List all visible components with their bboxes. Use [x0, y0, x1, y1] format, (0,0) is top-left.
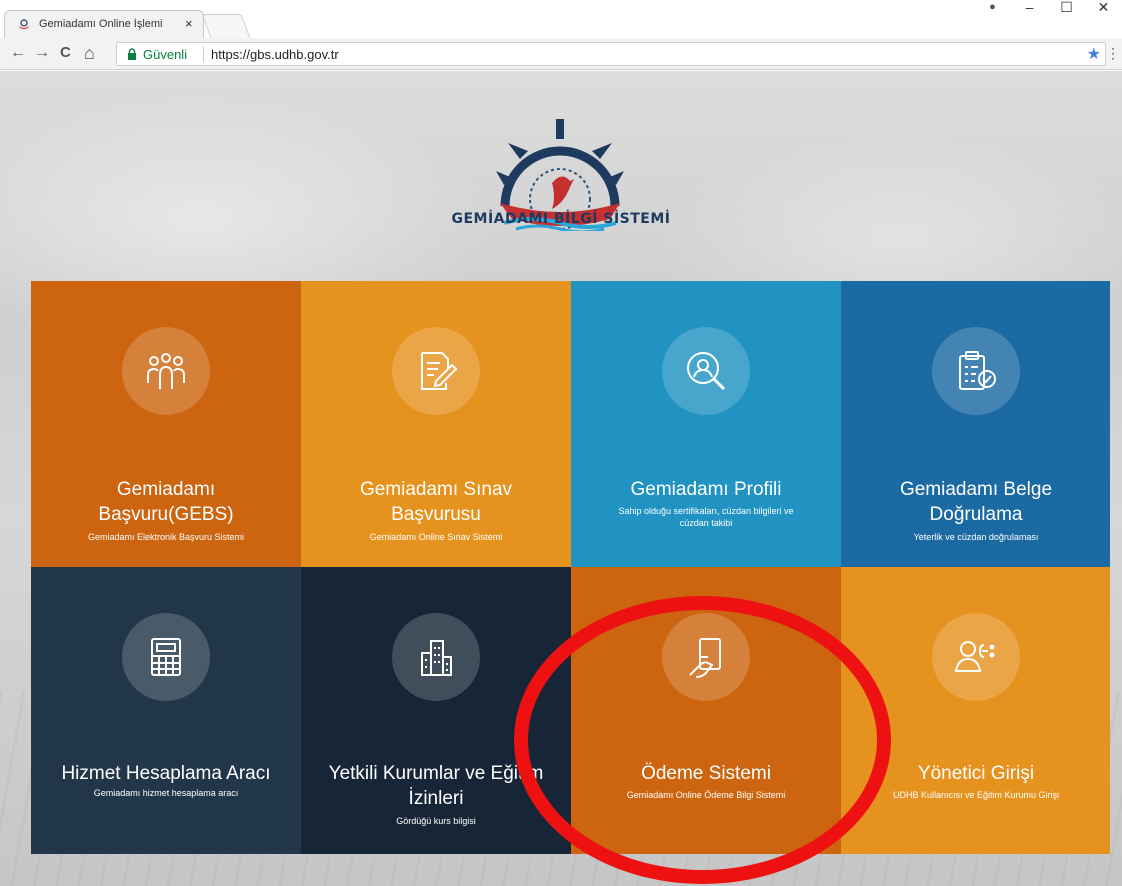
secure-label: Güvenli: [143, 47, 188, 62]
tile-title: Yetkili Kurumlar ve Eğitim İzinleri: [328, 763, 544, 809]
tile-subtitle: Gemiadamı Elektronik Başvuru Sistemi: [87, 532, 245, 542]
clipboard-check-icon: [959, 351, 996, 390]
browser-chrome: Gemiadamı Online İşlemi × ● – ☐ ✕ ← → C …: [0, 0, 1122, 70]
browser-toolbar: ← → C ⌂ Güvenli https://gbs.udhb.gov.tr …: [0, 38, 1122, 70]
address-separator: [203, 46, 204, 62]
tile-icon-circle: [122, 613, 210, 701]
home-icon[interactable]: ⌂: [84, 44, 95, 62]
forward-icon[interactable]: →: [34, 44, 50, 62]
tile-yonetici-girisi[interactable]: Yönetici Girişi UDHB Kullanıcısı ve Eğit…: [841, 567, 1110, 854]
tile-sinav-basvurusu[interactable]: Gemiadamı Sınav Başvurusu Gemiadamı Onlin…: [301, 281, 571, 568]
browser-menu-icon[interactable]: ⋮: [1106, 45, 1120, 62]
tab-strip: Gemiadamı Online İşlemi × ● – ☐ ✕: [0, 0, 1122, 38]
admin-users-icon: [954, 641, 995, 672]
service-tile-grid: Gemiadamı Başvuru(GEBS) Gemiadamı Elektro…: [31, 281, 1110, 854]
tile-subtitle: Gemiadamı Online Sınav Sistemi: [369, 532, 503, 542]
tile-icon-circle: [932, 327, 1020, 415]
page-content: GEMİADAMI BİLGİ SİSTEMİ Gemiadamı Başvuru…: [0, 71, 1122, 886]
url-text[interactable]: https://gbs.udhb.gov.tr: [211, 47, 339, 62]
tile-title: Gemiadamı Başvuru(GEBS): [98, 479, 234, 525]
tile-subtitle: Sahip olduğu sertifikaları, cüzdan bilgi…: [618, 506, 794, 528]
tile-hizmet-hesaplama[interactable]: Hizmet Hesaplama Aracı Gemiadamı hizmet …: [31, 567, 301, 854]
tile-title: Gemiadamı Belge Doğrulama: [899, 479, 1053, 525]
maximize-icon[interactable]: ☐: [1048, 0, 1085, 20]
payment-hand-icon: [689, 638, 721, 678]
tile-gemiadami-basvuru[interactable]: Gemiadamı Başvuru(GEBS) Gemiadamı Elektro…: [31, 281, 301, 568]
people-group-icon: [147, 353, 185, 389]
browser-tab[interactable]: Gemiadamı Online İşlemi ×: [4, 10, 204, 38]
tile-icon-circle: [392, 613, 480, 701]
tile-icon-circle: [122, 327, 210, 415]
logo-text: GEMİADAMI BİLGİ SİSTEMİ: [451, 211, 671, 227]
tile-yetkili-kurumlar[interactable]: Yetkili Kurumlar ve Eğitim İzinleri Gördü…: [301, 567, 571, 854]
tile-icon-circle: [392, 327, 480, 415]
tile-subtitle: Gördüğü kurs bilgisi: [396, 816, 476, 826]
back-icon[interactable]: ←: [10, 44, 26, 62]
lock-icon: [128, 48, 136, 60]
tile-title: Gemiadamı Profili: [630, 479, 782, 500]
tile-icon-circle: [932, 613, 1020, 701]
calculator-icon: [151, 638, 181, 676]
tile-subtitle: Gemiadamı hizmet hesaplama aracı: [93, 788, 239, 798]
tab-title: Gemiadamı Online İşlemi: [39, 18, 163, 30]
address-bar[interactable]: Güvenli https://gbs.udhb.gov.tr ★: [116, 42, 1106, 66]
tile-odeme-sistemi[interactable]: Ödeme Sistemi Gemiadamı Online Ödeme Bil…: [571, 567, 841, 854]
document-edit-icon: [421, 352, 458, 390]
site-favicon-icon: [19, 19, 29, 29]
tab-close-icon[interactable]: ×: [185, 16, 193, 31]
tile-title: Hizmet Hesaplama Aracı: [61, 763, 271, 784]
tile-title: Gemiadamı Sınav Başvurusu: [359, 479, 513, 525]
window-controls: ● – ☐ ✕: [974, 0, 1122, 20]
reload-icon[interactable]: C: [60, 44, 71, 62]
tile-subtitle: UDHB Kullanıcısı ve Eğitim Kurumu Girişi: [892, 790, 1060, 800]
buildings-icon: [421, 640, 452, 676]
tile-subtitle: Yeterlik ve cüzdan doğrulaması: [913, 532, 1039, 542]
tile-icon-circle: [662, 613, 750, 701]
new-tab-button[interactable]: [201, 14, 251, 38]
minimize-icon[interactable]: –: [1011, 0, 1048, 20]
tile-title: Yönetici Girişi: [917, 763, 1035, 784]
tile-gemiadami-profili[interactable]: Gemiadamı Profili Sahip olduğu sertifika…: [571, 281, 841, 568]
tile-subtitle: Gemiadamı Online Ödeme Bilgi Sistemi: [626, 790, 786, 800]
close-window-icon[interactable]: ✕: [1085, 0, 1122, 20]
bookmark-star-icon[interactable]: ★: [1087, 44, 1101, 64]
tile-belge-dogrulama[interactable]: Gemiadamı Belge Doğrulama Yeterlik ve cüz…: [841, 281, 1110, 568]
tile-icon-circle: [662, 327, 750, 415]
profile-search-icon: [687, 352, 726, 391]
tile-title: Ödeme Sistemi: [641, 763, 771, 784]
profile-icon[interactable]: ●: [974, 0, 1011, 20]
